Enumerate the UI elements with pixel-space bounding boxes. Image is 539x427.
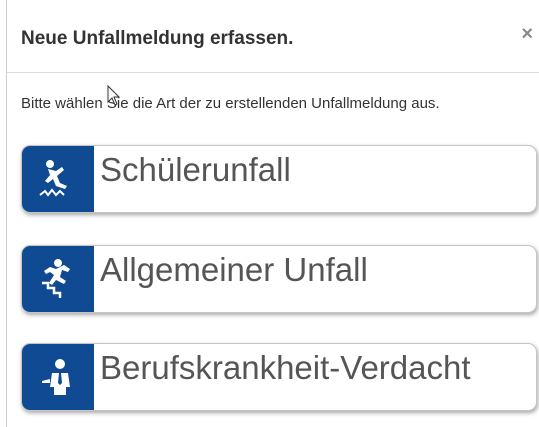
option-label: Berufskrankheit-Verdacht bbox=[100, 349, 471, 386]
option-label: Allgemeiner Unfall bbox=[100, 251, 368, 288]
option-berufskrankheit-button[interactable]: Berufskrankheit-Verdacht bbox=[21, 343, 537, 411]
dialog-title: Neue Unfallmeldung erfassen. bbox=[21, 28, 294, 49]
mouse-cursor-icon bbox=[107, 85, 121, 106]
student-fall-icon bbox=[39, 160, 67, 197]
option-allgemeiner-unfall-button[interactable]: Allgemeiner Unfall bbox=[21, 245, 537, 313]
dialog-header: Neue Unfallmeldung erfassen. × bbox=[7, 0, 539, 73]
option-label: Schülerunfall bbox=[100, 151, 291, 188]
worker-illness-icon bbox=[42, 359, 70, 395]
icon-tile bbox=[22, 146, 94, 212]
stairs-fall-icon bbox=[42, 259, 70, 298]
option-schuelerunfall-button[interactable]: Schülerunfall bbox=[21, 145, 537, 213]
close-icon[interactable]: × bbox=[521, 24, 533, 44]
instruction-text: Bitte wählen Sie die Art der zu erstelle… bbox=[21, 95, 440, 112]
icon-tile bbox=[22, 344, 94, 410]
accident-report-dialog: Neue Unfallmeldung erfassen. × Bitte wäh… bbox=[6, 0, 539, 427]
icon-tile bbox=[22, 246, 94, 312]
